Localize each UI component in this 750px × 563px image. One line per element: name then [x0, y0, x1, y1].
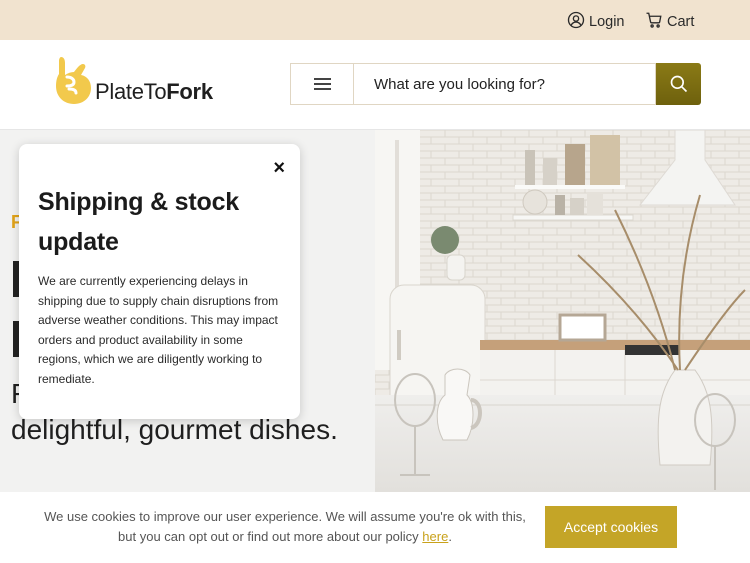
- kitchen-hero-image: [375, 130, 750, 492]
- search-input[interactable]: [354, 63, 656, 105]
- cart-icon: [645, 11, 663, 33]
- user-circle-icon: [567, 11, 585, 33]
- menu-button[interactable]: [290, 63, 354, 105]
- top-bar: Login Cart: [0, 0, 750, 40]
- cookie-policy-link[interactable]: here: [422, 529, 448, 544]
- cart-link[interactable]: Cart: [645, 11, 694, 33]
- brand-name: PlateToFork: [95, 79, 213, 104]
- shipping-update-modal: × Shipping & stock update We are current…: [19, 144, 300, 419]
- login-label: Login: [589, 14, 625, 30]
- hand-logo-icon: [56, 57, 91, 104]
- accept-cookies-button[interactable]: Accept cookies: [545, 506, 677, 548]
- search-bar: [290, 63, 701, 105]
- site-header: PlateToFork: [0, 40, 750, 130]
- cookie-message: We use cookies to improve our user exper…: [44, 509, 526, 544]
- modal-title: Shipping & stock update: [38, 188, 239, 256]
- login-link[interactable]: Login: [567, 11, 624, 33]
- cart-label: Cart: [667, 14, 695, 30]
- close-icon[interactable]: ×: [273, 158, 285, 178]
- modal-body: We are currently experiencing delays in …: [38, 274, 279, 386]
- search-button[interactable]: [656, 63, 701, 105]
- search-icon: [670, 75, 687, 93]
- hamburger-icon: [313, 78, 331, 90]
- cookie-banner: We use cookies to improve our user exper…: [0, 492, 750, 563]
- brand-logo[interactable]: PlateToFork: [47, 53, 237, 115]
